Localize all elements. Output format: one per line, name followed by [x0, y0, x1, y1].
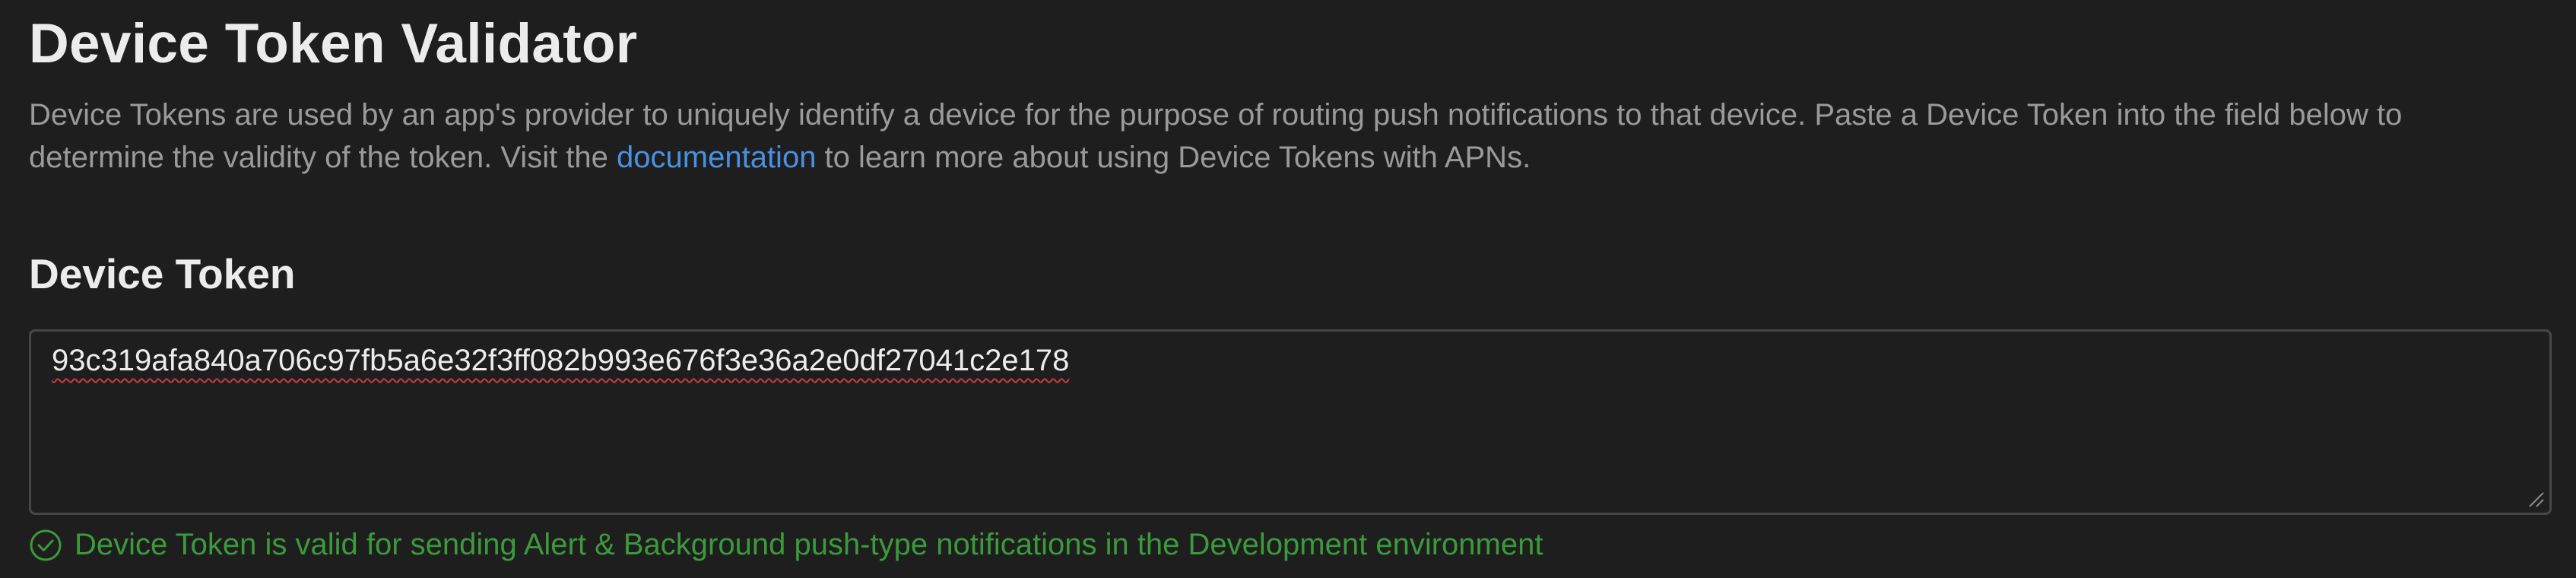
description-text-end: to learn more about using Device Tokens … [816, 141, 1531, 174]
page-title: Device Token Validator [29, 13, 638, 75]
check-circle-icon [30, 529, 62, 561]
page-description: Device Tokens are used by an app's provi… [29, 94, 2530, 179]
device-token-label: Device Token [29, 250, 296, 297]
documentation-link[interactable]: documentation [617, 141, 816, 174]
validation-status: Device Token is valid for sending Alert … [29, 528, 1543, 562]
resize-grip-icon[interactable] [2527, 490, 2545, 508]
device-token-textarea[interactable]: 93c319afa840a706c97fb5a6e32f3ff082b993e6… [29, 329, 2552, 515]
device-token-value: 93c319afa840a706c97fb5a6e32f3ff082b993e6… [52, 344, 1070, 377]
validation-message: Device Token is valid for sending Alert … [75, 528, 1543, 561]
